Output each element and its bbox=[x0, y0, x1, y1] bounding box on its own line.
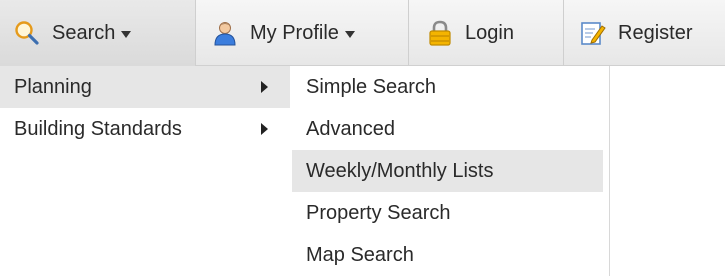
menu-item-label: Building Standards bbox=[14, 117, 182, 140]
submenu-item-simple-search[interactable]: Simple Search bbox=[292, 66, 609, 108]
submenu-item-label: Weekly/Monthly Lists bbox=[306, 159, 494, 182]
planning-submenu: Simple Search Advanced Weekly/Monthly Li… bbox=[292, 66, 610, 276]
nav-login-button[interactable]: Login bbox=[409, 0, 564, 66]
submenu-item-property-search[interactable]: Property Search bbox=[292, 192, 609, 234]
top-navigation-bar: Search My Profile Login Register bbox=[0, 0, 725, 66]
edit-icon bbox=[580, 20, 606, 46]
submenu-item-weekly-monthly-lists[interactable]: Weekly/Monthly Lists bbox=[292, 150, 603, 192]
menu-item-building-standards[interactable]: Building Standards bbox=[0, 108, 290, 150]
submenu-item-label: Advanced bbox=[306, 117, 395, 140]
user-icon bbox=[212, 20, 238, 46]
nav-my-profile-label: My Profile bbox=[250, 21, 339, 44]
chevron-right-icon bbox=[261, 123, 268, 135]
nav-search-button[interactable]: Search bbox=[0, 0, 196, 66]
nav-my-profile-button[interactable]: My Profile bbox=[196, 0, 409, 66]
submenu-item-label: Property Search bbox=[306, 201, 451, 224]
nav-search-label: Search bbox=[52, 21, 116, 44]
search-icon bbox=[14, 20, 40, 46]
menu-item-label: Planning bbox=[14, 75, 92, 98]
nav-login-label: Login bbox=[465, 21, 514, 44]
submenu-item-label: Simple Search bbox=[306, 75, 437, 98]
menu-item-planning[interactable]: Planning bbox=[0, 66, 290, 108]
submenu-item-advanced[interactable]: Advanced bbox=[292, 108, 609, 150]
search-dropdown-menu: Planning Building Standards bbox=[0, 66, 290, 150]
chevron-down-icon bbox=[344, 30, 355, 38]
lock-icon bbox=[427, 20, 453, 46]
submenu-item-label: Map Search bbox=[306, 243, 414, 266]
chevron-right-icon bbox=[261, 81, 268, 93]
submenu-item-map-search[interactable]: Map Search bbox=[292, 234, 609, 276]
nav-register-button[interactable]: Register bbox=[564, 0, 725, 66]
chevron-down-icon bbox=[121, 30, 132, 38]
nav-register-label: Register bbox=[618, 21, 693, 44]
